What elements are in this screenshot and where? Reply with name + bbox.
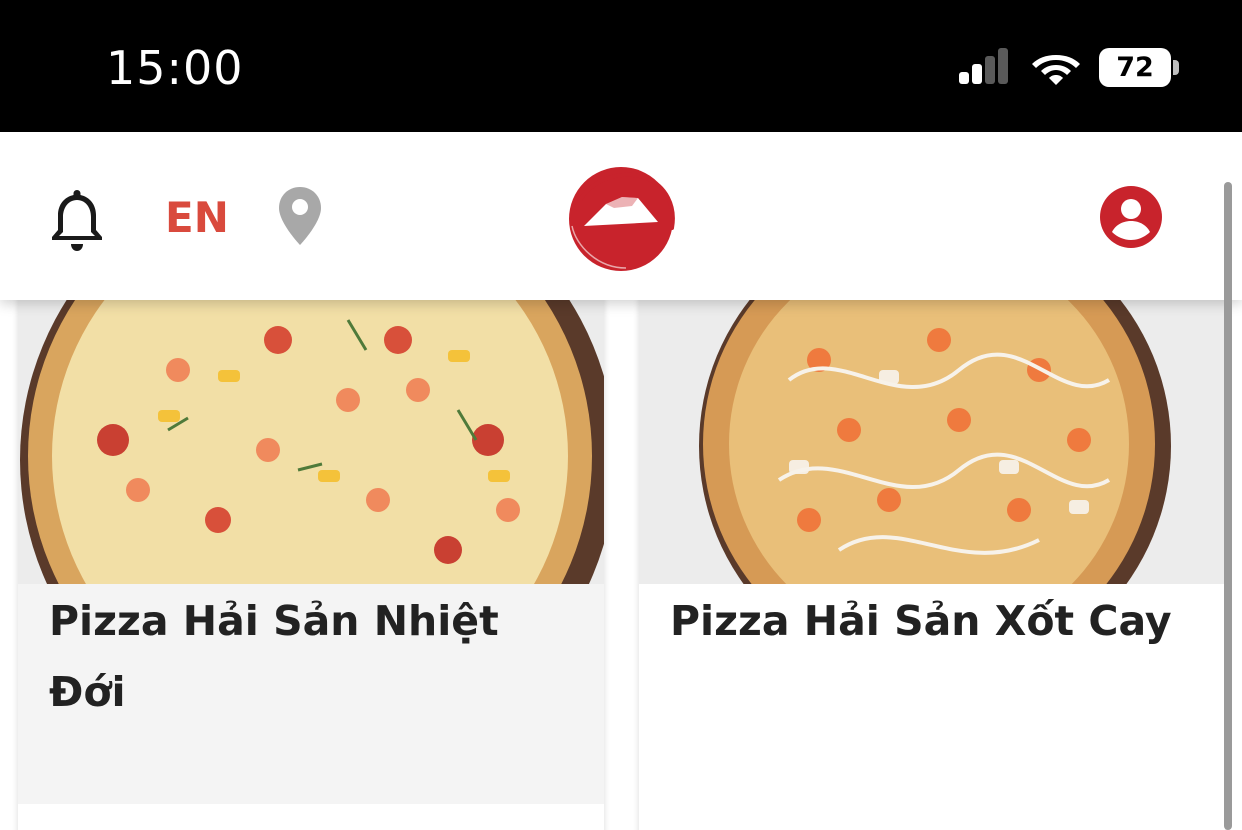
location-pin-icon[interactable] <box>276 185 324 247</box>
battery-icon: 72 <box>1099 48 1171 87</box>
product-name: Pizza Hải Sản Xốt Cay <box>670 597 1172 645</box>
product-grid: Pizza Hải Sản Nhiệt Đới Pizza Hải Sản Xố… <box>0 300 1242 830</box>
card-divider <box>18 804 604 830</box>
language-toggle[interactable]: EN <box>165 190 229 246</box>
signal-icon <box>959 48 1008 84</box>
product-image <box>18 300 604 584</box>
status-time: 15:00 <box>106 41 244 95</box>
pizza-hut-logo[interactable] <box>562 164 680 274</box>
scrollbar[interactable] <box>1224 182 1232 830</box>
product-card[interactable]: Pizza Hải Sản Nhiệt Đới <box>18 300 604 830</box>
status-bar: 15:00 72 <box>0 0 1242 132</box>
account-icon[interactable] <box>1099 185 1163 249</box>
product-name: Pizza Hải Sản Nhiệt Đới <box>49 597 499 716</box>
wifi-icon <box>1032 55 1080 85</box>
bell-icon[interactable] <box>46 184 108 256</box>
app-header: EN <box>0 132 1242 300</box>
product-card[interactable]: Pizza Hải Sản Xốt Cay <box>639 300 1225 830</box>
product-image <box>639 300 1225 584</box>
battery-nub <box>1173 60 1179 75</box>
